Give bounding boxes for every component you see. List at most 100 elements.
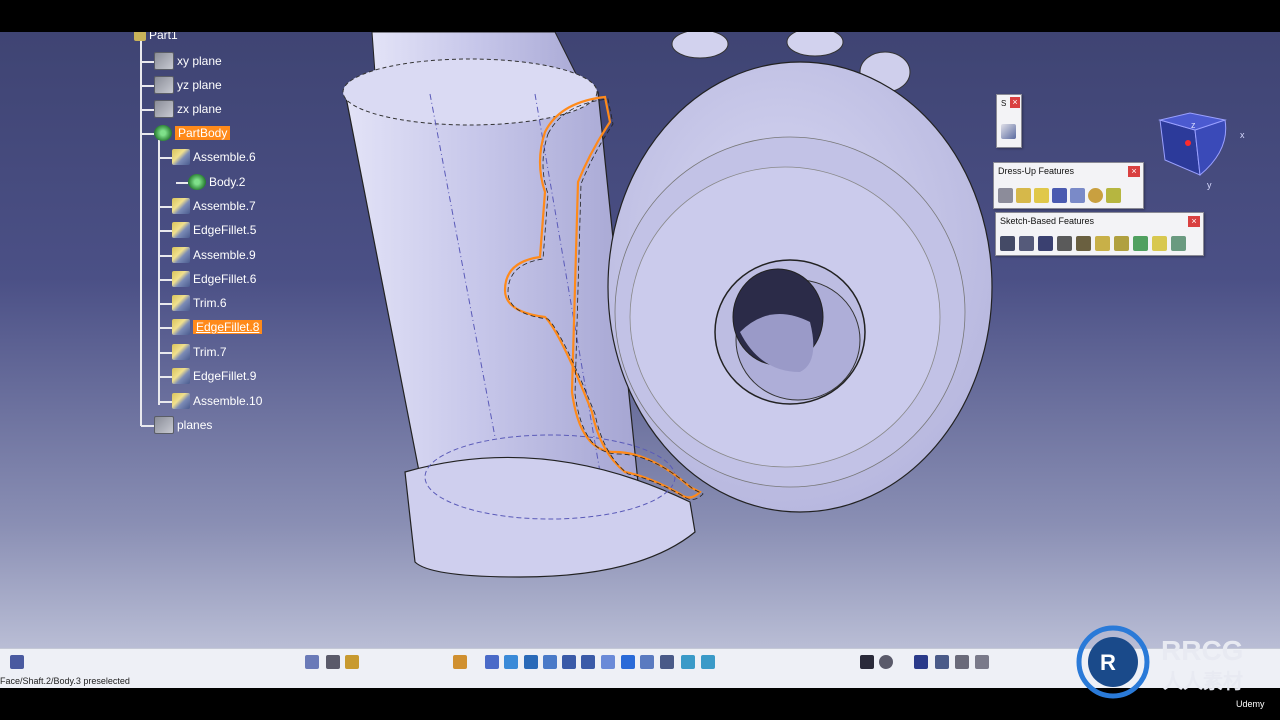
- tree-root-label: Part1: [149, 32, 178, 42]
- tree-item-partbody[interactable]: PartBody: [154, 124, 231, 142]
- feat-icon: [172, 222, 190, 238]
- fit-all-icon[interactable]: [504, 655, 518, 669]
- tree-item-assemble-7[interactable]: Assemble.7: [172, 197, 256, 215]
- tree-item-label: planes: [177, 418, 213, 432]
- part-icon: [134, 32, 146, 41]
- tree-item-assemble-10[interactable]: Assemble.10: [172, 392, 262, 410]
- remove-loft-icon[interactable]: [1171, 236, 1186, 251]
- plane-icon: [154, 416, 174, 434]
- analysis-icon[interactable]: [955, 655, 969, 669]
- tree-item-yz-plane[interactable]: yz plane: [154, 76, 222, 94]
- measure-icon[interactable]: [935, 655, 949, 669]
- pocket-icon[interactable]: [1019, 236, 1034, 251]
- feat-icon: [172, 319, 190, 335]
- rotate-icon[interactable]: [543, 655, 557, 669]
- tree-item-xy-plane[interactable]: xy plane: [154, 52, 222, 70]
- show-icon[interactable]: [681, 655, 695, 669]
- rrcg-watermark-logo: R RRCG 人人素材: [1076, 625, 1243, 699]
- tree-item-zx-plane[interactable]: zx plane: [154, 100, 222, 118]
- shading-icon[interactable]: [640, 655, 654, 669]
- tree-item-label: EdgeFillet.6: [193, 272, 257, 286]
- compass-x-label: x: [1240, 130, 1245, 140]
- dressup-features-toolbar[interactable]: Dress-Up Features ×: [993, 162, 1144, 209]
- tree-item-trim-6[interactable]: Trim.6: [172, 294, 227, 312]
- shaft-icon[interactable]: [1038, 236, 1053, 251]
- udemy-label: Udemy: [1236, 699, 1265, 709]
- dressup-toolbar-close-button[interactable]: ×: [1128, 166, 1140, 177]
- tree-item-assemble-9[interactable]: Assemble.9: [172, 246, 256, 264]
- swap-visible-space-icon[interactable]: [305, 655, 319, 669]
- catalog-icon[interactable]: [975, 655, 989, 669]
- body-icon: [188, 174, 206, 190]
- pan-icon[interactable]: [524, 655, 538, 669]
- sketch-toolbar-title: Sketch-Based Features: [1000, 216, 1095, 226]
- sketch-toolbar-close-button[interactable]: ×: [1188, 216, 1200, 227]
- dressup-toolbar-title: Dress-Up Features: [998, 166, 1075, 176]
- tree-item-label: Trim.7: [193, 345, 227, 359]
- feat-icon: [172, 198, 190, 214]
- tree-item-label: Assemble.6: [193, 150, 256, 164]
- shell-icon[interactable]: [1052, 188, 1067, 203]
- 3d-viewport[interactable]: Part1 xy plane yz plane zx plane PartBody As…: [0, 32, 1280, 648]
- tree-item-edgefillet-5[interactable]: EdgeFillet.5: [172, 221, 256, 239]
- tree-item-planes[interactable]: planes: [154, 416, 212, 434]
- remove-face-icon[interactable]: [1106, 188, 1121, 203]
- draft-icon[interactable]: [1034, 188, 1049, 203]
- comment-icon[interactable]: [879, 655, 893, 669]
- tree-item-label: Assemble.7: [193, 199, 256, 213]
- compass-widget[interactable]: x y z: [1155, 110, 1265, 200]
- feat-icon: [172, 393, 190, 409]
- feat-icon: [172, 247, 190, 263]
- iso-view-icon[interactable]: [621, 655, 635, 669]
- hide-show-icon[interactable]: [326, 655, 340, 669]
- formula-icon[interactable]: [860, 655, 874, 669]
- table-icon[interactable]: [914, 655, 928, 669]
- tree-root-part1[interactable]: Part1: [134, 32, 178, 44]
- groove-icon[interactable]: [1057, 236, 1072, 251]
- tree-item-label: Assemble.10: [193, 394, 263, 408]
- stiffener-icon[interactable]: [1133, 236, 1148, 251]
- tree-item-label: yz plane: [177, 78, 222, 92]
- compass-z-label: z: [1191, 120, 1196, 130]
- small-toolbar[interactable]: S ×: [996, 94, 1022, 148]
- lock-icon[interactable]: [345, 655, 359, 669]
- feat-icon: [172, 368, 190, 384]
- tree-item-label: EdgeFillet.9: [193, 369, 257, 383]
- tree-item-trim-7[interactable]: Trim.7: [172, 343, 227, 361]
- thread-icon[interactable]: [1088, 188, 1103, 203]
- feat-icon: [172, 295, 190, 311]
- svg-text:R: R: [1100, 650, 1116, 675]
- tree-item-label: zx plane: [177, 102, 222, 116]
- edge-fillet-icon[interactable]: [998, 188, 1013, 203]
- swap-icon[interactable]: [701, 655, 715, 669]
- loft-icon[interactable]: [1152, 236, 1167, 251]
- tree-item-edgefillet-8[interactable]: EdgeFillet.8: [172, 318, 263, 336]
- thickness-icon[interactable]: [1070, 188, 1085, 203]
- zoom-out-icon[interactable]: [581, 655, 595, 669]
- sketch-based-features-toolbar[interactable]: Sketch-Based Features ×: [995, 212, 1204, 256]
- normal-view-icon[interactable]: [601, 655, 615, 669]
- tree-item-label: EdgeFillet.5: [193, 223, 257, 237]
- fly-mode-icon[interactable]: [485, 655, 499, 669]
- rib-icon[interactable]: [1095, 236, 1110, 251]
- apply-material-icon[interactable]: [453, 655, 467, 669]
- zoom-in-icon[interactable]: [562, 655, 576, 669]
- small-toolbar-close-button[interactable]: ×: [1010, 97, 1020, 108]
- tree-item-assemble-6[interactable]: Assemble.6: [172, 148, 256, 166]
- select-icon[interactable]: [10, 655, 24, 669]
- hole-icon[interactable]: [1076, 236, 1091, 251]
- tree-item-edgefillet-6[interactable]: EdgeFillet.6: [172, 270, 256, 288]
- tree-item-body-2[interactable]: Body.2: [188, 173, 245, 191]
- chamfer-icon[interactable]: [1016, 188, 1031, 203]
- pad-icon[interactable]: [1000, 236, 1015, 251]
- sketch-icon[interactable]: [1001, 124, 1016, 139]
- plane-icon: [154, 76, 174, 94]
- watermark-brand: RRCG: [1161, 635, 1243, 666]
- slot-icon[interactable]: [1114, 236, 1129, 251]
- tree-item-label: PartBody: [175, 126, 231, 140]
- hide-icon[interactable]: [660, 655, 674, 669]
- tree-item-edgefillet-9[interactable]: EdgeFillet.9: [172, 367, 256, 385]
- tree-item-label: Assemble.9: [193, 248, 256, 262]
- tree-item-label: Body.2: [209, 175, 246, 189]
- body-icon: [154, 125, 172, 141]
